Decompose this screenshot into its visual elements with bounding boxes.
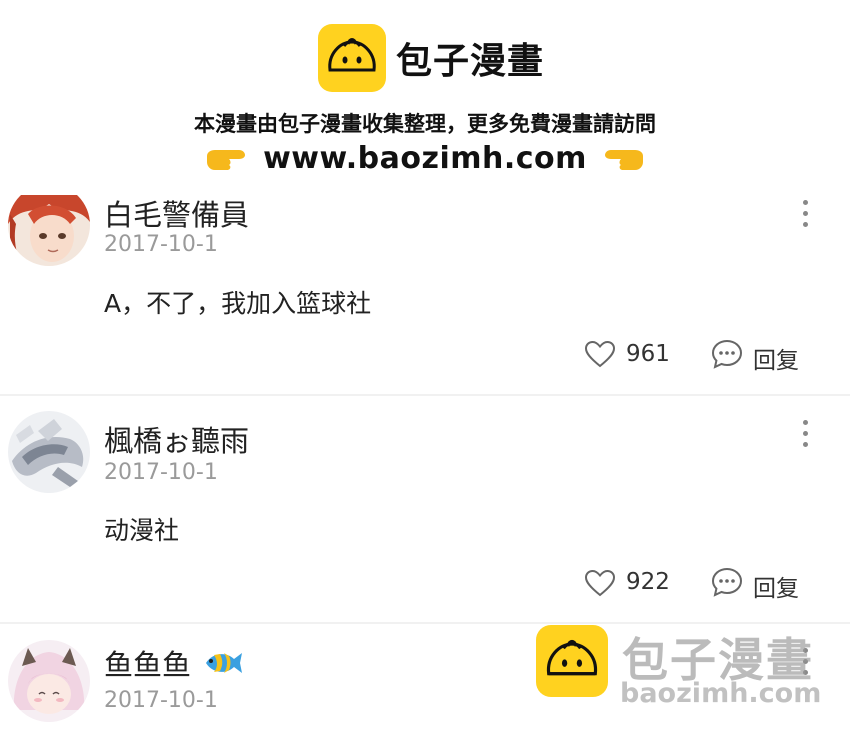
comment-date: 2017-10-1 (104, 232, 218, 257)
more-options-icon[interactable] (798, 200, 812, 230)
divider (0, 394, 850, 396)
like-count: 961 (626, 341, 670, 367)
comment-text: A，不了，我加入篮球社 (104, 289, 372, 318)
comment-date: 2017-10-1 (104, 460, 218, 485)
pointing-hand-right-icon (207, 150, 246, 170)
banner-url-row: www.baozimh.com (0, 138, 850, 178)
tropical-fish-icon (206, 653, 243, 673)
comment-username[interactable]: 白毛警備員 (104, 192, 249, 234)
site-banner: 包子漫畫 本漫畫由包子漫畫收集整理，更多免費漫畫請訪問 www.baozimh.… (0, 0, 850, 195)
heart-icon[interactable] (584, 569, 616, 597)
brand-name: 包子漫畫 (396, 41, 545, 82)
reply-bubble-icon[interactable] (711, 567, 743, 597)
watermark: 包子漫畫 baozimh.com (536, 622, 836, 712)
heart-icon[interactable] (584, 340, 616, 368)
steamed-bun-icon (318, 24, 386, 92)
like-count: 922 (626, 569, 670, 595)
comment-text: 动漫社 (104, 516, 180, 545)
comment-username[interactable]: 鱼鱼鱼 (104, 642, 244, 684)
banner-notice: 本漫畫由包子漫畫收集整理，更多免費漫畫請訪問 (194, 112, 656, 136)
steamed-bun-icon (536, 625, 608, 697)
watermark-url: baozimh.com (620, 678, 822, 709)
reply-bubble-icon[interactable] (711, 339, 743, 369)
pointing-hand-left-icon (604, 150, 643, 170)
avatar[interactable] (8, 411, 90, 493)
banner-url-link[interactable]: www.baozimh.com (263, 141, 587, 176)
brand-logo[interactable]: 包子漫畫 (318, 24, 544, 92)
comment-username[interactable]: 楓橋ぉ聽雨 (104, 418, 249, 460)
reply-button[interactable]: 回复 (753, 341, 799, 375)
comment-date: 2017-10-1 (104, 688, 218, 713)
comment-username-text[interactable]: 鱼鱼鱼 (104, 648, 191, 682)
reply-button[interactable]: 回复 (753, 569, 799, 603)
more-options-icon[interactable] (798, 420, 812, 450)
avatar[interactable] (8, 640, 90, 722)
avatar[interactable] (8, 184, 90, 266)
